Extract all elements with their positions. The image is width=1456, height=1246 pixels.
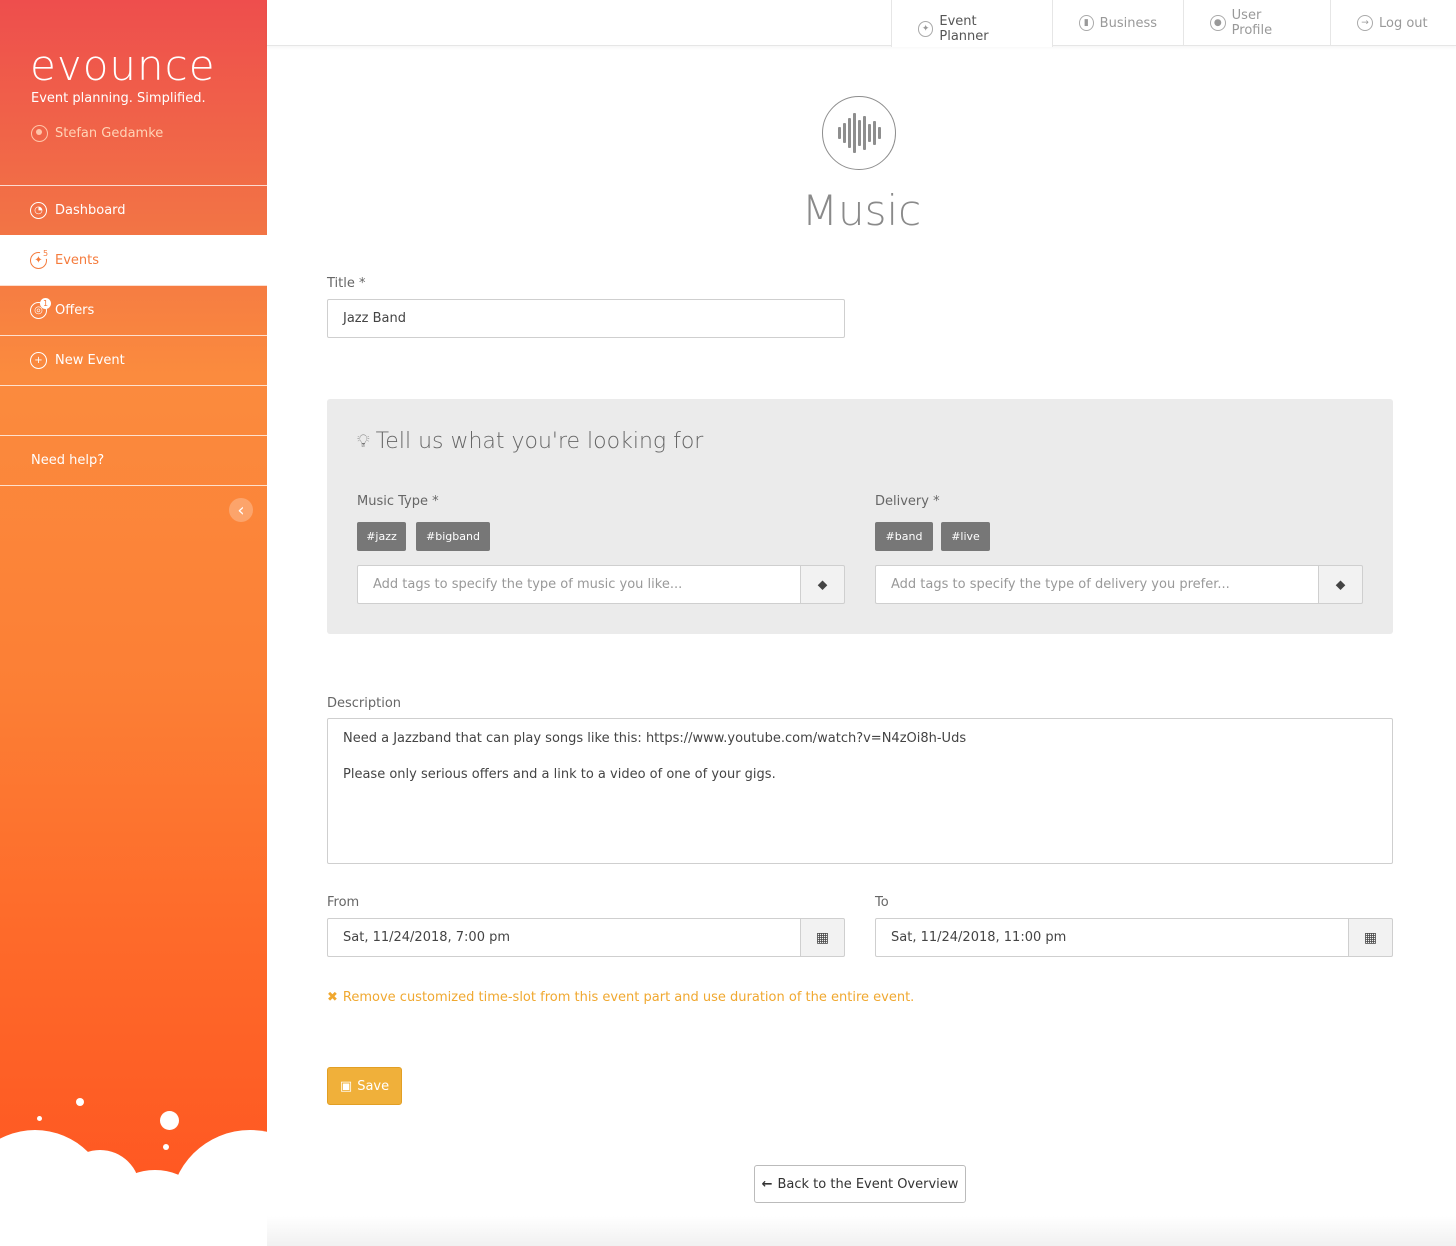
sidebar: evounce Event planning. Simplified. Stef… bbox=[0, 0, 267, 1246]
user-name: Stefan Gedamke bbox=[55, 126, 164, 141]
description-line: Please only serious offers and a link to… bbox=[343, 767, 776, 782]
close-icon: ✖ bbox=[327, 990, 338, 1005]
events-icon: ✦ 5 bbox=[30, 248, 51, 269]
dashboard-icon: ◔ bbox=[30, 202, 47, 219]
top-nav: ✦ Event Planner ▮ Business ● User Profil… bbox=[267, 0, 1456, 47]
collapse-sidebar-button[interactable]: ‹ bbox=[229, 498, 253, 522]
tagline: Event planning. Simplified. bbox=[31, 91, 206, 106]
music-wave-icon bbox=[822, 96, 896, 170]
delivery-label: Delivery * bbox=[875, 494, 940, 509]
to-value: Sat, 11/24/2018, 11:00 pm bbox=[891, 930, 1067, 945]
events-count-badge: 5 bbox=[40, 248, 51, 259]
tag-icon[interactable]: ⬥ bbox=[1318, 565, 1363, 604]
remove-time-slot-link[interactable]: ✖ Remove customized time-slot from this … bbox=[327, 990, 914, 1005]
tab-user-profile[interactable]: ● User Profile bbox=[1183, 0, 1330, 46]
offers-icon: ◎ 1 bbox=[30, 298, 51, 319]
tag-icon[interactable]: ⬥ bbox=[800, 565, 845, 604]
calendar-icon[interactable]: ▦ bbox=[800, 918, 845, 957]
logo[interactable]: evounce bbox=[30, 40, 216, 92]
tab-business[interactable]: ▮ Business bbox=[1053, 0, 1183, 46]
delivery-input[interactable]: Add tags to specify the type of delivery… bbox=[875, 565, 1319, 604]
title-label: Title * bbox=[327, 276, 366, 291]
sidebar-item-dashboard[interactable]: ◔ Dashboard bbox=[0, 185, 267, 235]
to-label: To bbox=[875, 895, 889, 910]
bottom-shade bbox=[267, 1216, 1456, 1246]
panel-title-text: Tell us what you're looking for bbox=[375, 429, 704, 454]
user-avatar-icon bbox=[31, 125, 48, 142]
plus-icon: + bbox=[30, 352, 47, 369]
title-input[interactable]: Jazz Band bbox=[327, 299, 845, 338]
sidebar-item-label: Events bbox=[55, 253, 100, 268]
calendar-icon[interactable]: ▦ bbox=[1348, 918, 1393, 957]
lightbulb-icon: 💡︎ bbox=[357, 431, 370, 452]
logout-icon: → bbox=[1357, 15, 1373, 31]
page-title: Music bbox=[801, 186, 922, 235]
floppy-disk-icon: ▣ bbox=[339, 1078, 353, 1094]
music-type-input[interactable]: Add tags to specify the type of music yo… bbox=[357, 565, 801, 604]
sidebar-item-help[interactable]: Need help? bbox=[0, 435, 267, 485]
offers-count-badge: 1 bbox=[40, 298, 51, 309]
save-button[interactable]: ▣ Save bbox=[327, 1067, 402, 1105]
requirements-panel: 💡︎ Tell us what you're looking for Music… bbox=[327, 399, 1393, 634]
sidebar-item-label: Dashboard bbox=[55, 203, 126, 218]
description-line: Need a Jazzband that can play songs like… bbox=[343, 731, 967, 746]
sidebar-item-new-event[interactable]: + New Event bbox=[0, 335, 267, 385]
top-nav-tabs: ✦ Event Planner ▮ Business ● User Profil… bbox=[891, 0, 1456, 47]
panel-title: 💡︎ Tell us what you're looking for bbox=[357, 429, 703, 454]
main-content: Music Title * Jazz Band 💡︎ Tell us what … bbox=[267, 46, 1456, 1246]
sidebar-divider bbox=[0, 485, 267, 486]
from-value: Sat, 11/24/2018, 7:00 pm bbox=[343, 930, 511, 945]
sidebar-item-label: New Event bbox=[55, 353, 125, 368]
tag-live[interactable]: #live bbox=[941, 522, 990, 551]
tab-label: Event Planner bbox=[939, 13, 989, 44]
sidebar-spacer bbox=[0, 385, 267, 435]
arrow-left-icon: ← bbox=[761, 1176, 773, 1192]
sidebar-item-label: Need help? bbox=[31, 453, 105, 468]
tab-event-planner[interactable]: ✦ Event Planner bbox=[891, 0, 1053, 47]
tag-jazz[interactable]: #jazz bbox=[357, 522, 406, 551]
tab-label: User Profile bbox=[1231, 8, 1273, 38]
tab-log-out[interactable]: → Log out bbox=[1330, 0, 1456, 46]
sidebar-nav: ◔ Dashboard ✦ 5 Events ◎ 1 Offers + New Ev… bbox=[0, 185, 267, 486]
chart-icon: ▮ bbox=[1079, 15, 1094, 31]
back-label: Back to the Event Overview bbox=[777, 1176, 959, 1192]
music-type-label: Music Type * bbox=[357, 494, 439, 509]
description-label: Description bbox=[327, 696, 402, 711]
current-user[interactable]: Stefan Gedamke bbox=[31, 125, 163, 142]
to-date-input[interactable]: Sat, 11/24/2018, 11:00 pm bbox=[875, 918, 1349, 957]
tab-label: Log out bbox=[1379, 15, 1428, 31]
description-textarea[interactable]: Need a Jazzband that can play songs like… bbox=[327, 718, 1393, 864]
music-type-placeholder: Add tags to specify the type of music yo… bbox=[373, 577, 683, 592]
title-value: Jazz Band bbox=[343, 311, 406, 326]
tab-label: Business bbox=[1099, 15, 1157, 31]
tag-bigband[interactable]: #bigband bbox=[416, 522, 490, 551]
delivery-placeholder: Add tags to specify the type of delivery… bbox=[891, 577, 1230, 592]
from-date-input[interactable]: Sat, 11/24/2018, 7:00 pm bbox=[327, 918, 801, 957]
remove-time-slot-text: Remove customized time-slot from this ev… bbox=[342, 990, 915, 1005]
back-to-overview-button[interactable]: ← Back to the Event Overview bbox=[754, 1165, 966, 1203]
from-label: From bbox=[327, 895, 360, 910]
sidebar-item-events[interactable]: ✦ 5 Events bbox=[0, 235, 267, 285]
tag-band[interactable]: #band bbox=[875, 522, 933, 551]
save-label: Save bbox=[357, 1078, 390, 1094]
sidebar-item-offers[interactable]: ◎ 1 Offers bbox=[0, 285, 267, 335]
sidebar-item-label: Offers bbox=[55, 303, 95, 318]
user-icon: ● bbox=[1210, 15, 1226, 31]
planner-icon: ✦ bbox=[918, 20, 934, 37]
